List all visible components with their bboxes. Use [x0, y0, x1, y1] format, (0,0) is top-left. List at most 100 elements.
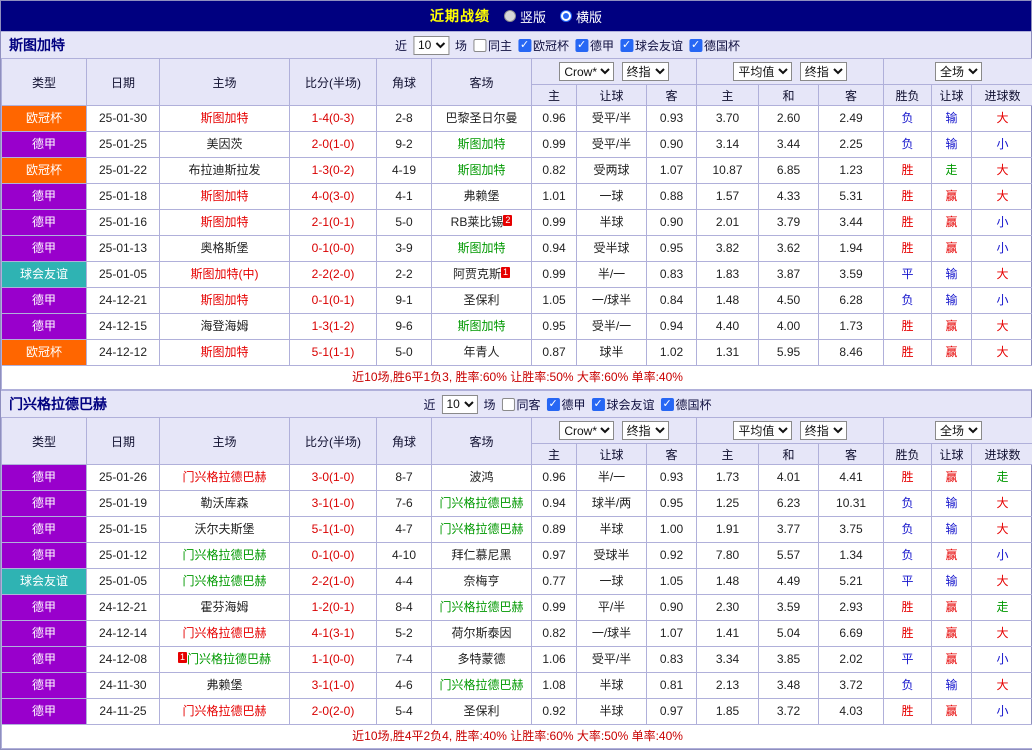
result-winloss: 负 [884, 106, 932, 132]
result-winloss: 平 [884, 569, 932, 595]
league-filter-checkbox[interactable]: 球会友谊 [620, 37, 683, 54]
home-team-cell: 斯图加特 [160, 340, 290, 366]
home-team-link[interactable]: 门兴格拉德巴赫 [182, 574, 266, 588]
result-goals: 小 [972, 132, 1032, 158]
home-team-link[interactable]: 美因茨 [206, 137, 242, 151]
home-team-cell: 门兴格拉德巴赫 [160, 543, 290, 569]
handicap-home-odds: 0.99 [532, 210, 577, 236]
same-venue-checkbox[interactable]: 同主 [473, 37, 512, 54]
away-team-link[interactable]: 门兴格拉德巴赫 [439, 522, 523, 536]
home-team-cell: 沃尔夫斯堡 [160, 517, 290, 543]
away-team-link[interactable]: 弗赖堡 [463, 189, 499, 203]
corner-cell: 4-1 [377, 184, 432, 210]
home-team-link[interactable]: 斯图加特 [200, 215, 248, 229]
home-team-link[interactable]: 霍芬海姆 [200, 600, 248, 614]
away-team-link[interactable]: 斯图加特 [457, 241, 505, 255]
away-team-link[interactable]: 年青人 [463, 345, 499, 359]
same-venue-checkbox[interactable]: 同客 [501, 396, 540, 413]
checkbox-label: 欧冠杯 [533, 37, 569, 54]
away-team-link[interactable]: 门兴格拉德巴赫 [439, 600, 523, 614]
scope-select[interactable]: 全场 [935, 421, 982, 440]
home-team-link[interactable]: 门兴格拉德巴赫 [182, 704, 266, 718]
away-team-link[interactable]: 巴黎圣日尔曼 [445, 111, 517, 125]
col-score-header: 比分(半场) [290, 59, 377, 106]
league-filter-checkbox[interactable]: 德甲 [547, 396, 586, 413]
league-filter-checkbox[interactable]: 球会友谊 [592, 396, 655, 413]
result-goals: 大 [972, 673, 1032, 699]
bookmaker-select[interactable]: Crow* [559, 62, 614, 81]
avg-home-odds: 1.83 [697, 262, 759, 288]
radio-icon [504, 10, 516, 22]
avg-draw-odds: 5.04 [759, 621, 819, 647]
league-filter-checkbox[interactable]: 德国杯 [689, 37, 740, 54]
home-team-link[interactable]: 斯图加特(中) [191, 267, 259, 281]
home-team-link[interactable]: 斯图加特 [200, 293, 248, 307]
away-team-link[interactable]: 多特蒙德 [457, 652, 505, 666]
score-cell: 3-1(1-0) [290, 491, 377, 517]
home-team-link[interactable]: 海登海姆 [200, 319, 248, 333]
layout-radio-vertical[interactable]: 竖版 [504, 7, 546, 26]
sub-away-header: 客 [819, 85, 884, 106]
odds-stage-select[interactable]: 终指 [622, 62, 669, 81]
scope-select[interactable]: 全场 [935, 62, 982, 81]
col-corner-header: 角球 [377, 59, 432, 106]
home-team-link[interactable]: 门兴格拉德巴赫 [182, 548, 266, 562]
result-handicap: 输 [932, 288, 972, 314]
handicap-line: 一/球半 [577, 621, 647, 647]
handicap-home-odds: 1.06 [532, 647, 577, 673]
away-team-link[interactable]: 阿贾克斯 [453, 267, 501, 281]
home-team-link[interactable]: 布拉迪斯拉发 [188, 163, 260, 177]
home-team-link[interactable]: 奥格斯堡 [200, 241, 248, 255]
home-team-link[interactable]: 门兴格拉德巴赫 [187, 652, 271, 666]
away-team-link[interactable]: 拜仁慕尼黑 [451, 548, 511, 562]
avg-stage-select[interactable]: 终指 [800, 62, 847, 81]
result-handicap: 走 [932, 158, 972, 184]
odds-stage-select[interactable]: 终指 [622, 421, 669, 440]
home-team-link[interactable]: 勒沃库森 [200, 496, 248, 510]
score-cell: 4-1(3-1) [290, 621, 377, 647]
away-team-link[interactable]: 荷尔斯泰因 [451, 626, 511, 640]
home-team-link[interactable]: 斯图加特 [200, 111, 248, 125]
average-select[interactable]: 平均值 [733, 421, 792, 440]
avg-home-odds: 3.34 [697, 647, 759, 673]
home-team-link[interactable]: 弗赖堡 [206, 678, 242, 692]
result-goals: 大 [972, 158, 1032, 184]
away-team-link[interactable]: 圣保利 [463, 704, 499, 718]
league-badge: 欧冠杯 [2, 158, 87, 184]
home-team-link[interactable]: 门兴格拉德巴赫 [182, 626, 266, 640]
away-team-link[interactable]: 奈梅亨 [463, 574, 499, 588]
league-filter-checkbox[interactable]: 欧冠杯 [518, 37, 569, 54]
home-team-link[interactable]: 斯图加特 [200, 345, 248, 359]
away-team-link[interactable]: RB莱比锡 [451, 215, 504, 229]
result-winloss: 胜 [884, 236, 932, 262]
match-count-select[interactable]: 10 [413, 36, 449, 55]
avg-away-odds: 6.28 [819, 288, 884, 314]
league-filter-checkbox[interactable]: 德甲 [575, 37, 614, 54]
home-team-link[interactable]: 沃尔夫斯堡 [194, 522, 254, 536]
handicap-away-odds: 0.90 [647, 210, 697, 236]
away-team-link[interactable]: 圣保利 [463, 293, 499, 307]
result-winloss: 负 [884, 132, 932, 158]
match-count-select[interactable]: 10 [441, 395, 477, 414]
bookmaker-select[interactable]: Crow* [559, 421, 614, 440]
handicap-line: 平/半 [577, 595, 647, 621]
match-row: 德甲 24-12-21 霍芬海姆 1-2(0-1) 8-4 门兴格拉德巴赫 0.… [2, 595, 1032, 621]
avg-stage-select[interactable]: 终指 [800, 421, 847, 440]
col-home-header: 主场 [160, 418, 290, 465]
away-team-link[interactable]: 斯图加特 [457, 137, 505, 151]
avg-draw-odds: 4.50 [759, 288, 819, 314]
away-team-link[interactable]: 门兴格拉德巴赫 [439, 496, 523, 510]
league-filter-checkbox[interactable]: 德国杯 [661, 396, 712, 413]
average-select[interactable]: 平均值 [733, 62, 792, 81]
away-team-link[interactable]: 门兴格拉德巴赫 [439, 678, 523, 692]
away-team-link[interactable]: 斯图加特 [457, 319, 505, 333]
result-handicap: 输 [932, 491, 972, 517]
home-team-cell: 斯图加特(中) [160, 262, 290, 288]
home-team-link[interactable]: 斯图加特 [200, 189, 248, 203]
layout-radio-horizontal[interactable]: 横版 [560, 7, 602, 26]
handicap-home-odds: 1.08 [532, 673, 577, 699]
score-cell: 3-1(1-0) [290, 673, 377, 699]
away-team-link[interactable]: 斯图加特 [457, 163, 505, 177]
away-team-link[interactable]: 波鸿 [469, 470, 493, 484]
home-team-link[interactable]: 门兴格拉德巴赫 [182, 470, 266, 484]
